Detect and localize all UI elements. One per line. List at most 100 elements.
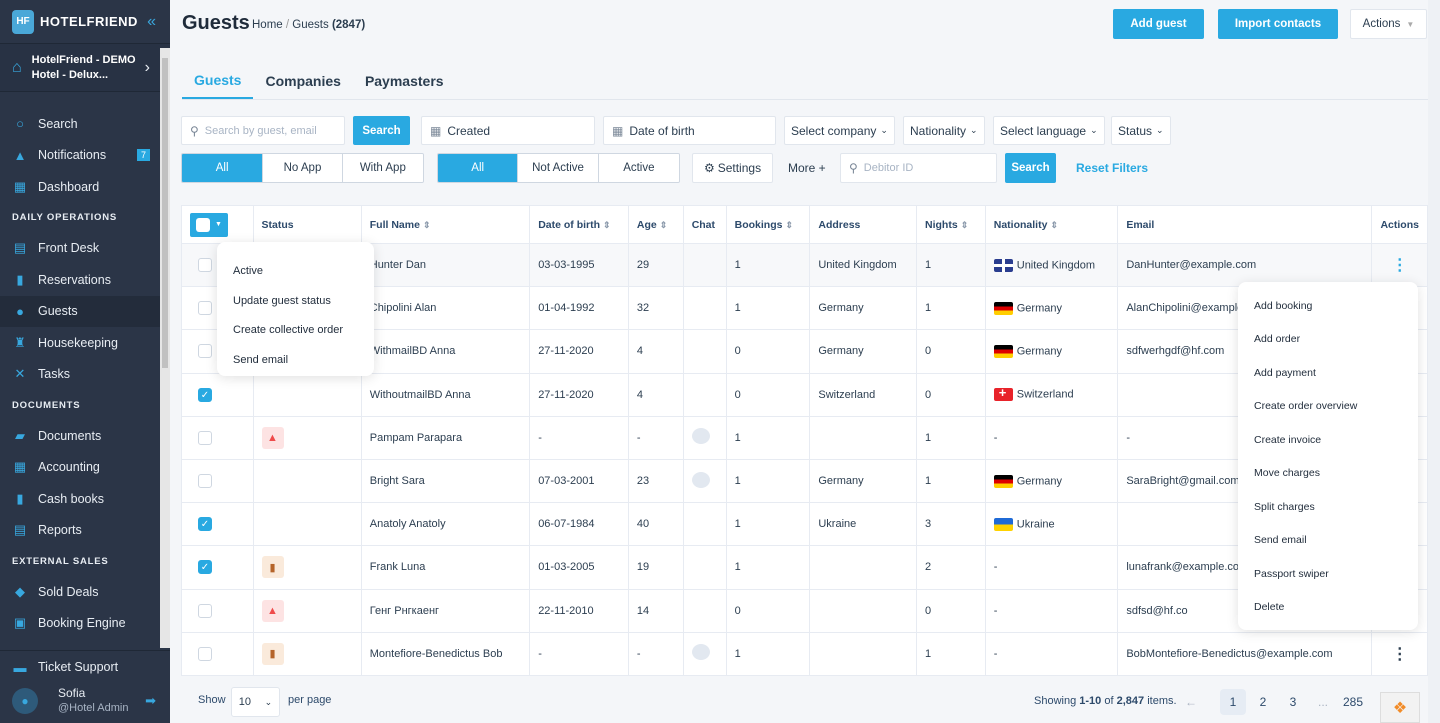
- full-name-cell[interactable]: Montefiore-Benedictus Bob: [360, 631, 531, 676]
- sidebar-item-booking-engine[interactable]: ▣ Booking Engine: [0, 608, 160, 640]
- prev-page-arrow-icon[interactable]: ←: [1178, 689, 1204, 715]
- page-1[interactable]: 1: [1220, 689, 1246, 715]
- row-checkbox[interactable]: [198, 430, 212, 445]
- app-filter-no-app[interactable]: No App: [263, 154, 343, 182]
- row-menu-item-move-charges[interactable]: Move charges: [1238, 457, 1418, 491]
- sidebar-item-tasks[interactable]: ✕ Tasks: [0, 359, 160, 391]
- active-filter-not-active[interactable]: Not Active: [518, 154, 599, 182]
- bulk-menu-item-send-email[interactable]: Send email: [217, 345, 374, 375]
- full-name-cell[interactable]: Bright Sara: [360, 458, 531, 504]
- row-menu-item-create-order-overview[interactable]: Create order overview: [1238, 390, 1418, 424]
- app-filter-with-app[interactable]: With App: [342, 154, 423, 182]
- full-name-cell[interactable]: Генг Рнгкаенг: [360, 588, 531, 633]
- chat-bubble-icon[interactable]: [691, 428, 710, 445]
- actions-dropdown[interactable]: Actions ▼: [1350, 9, 1427, 39]
- full-name-cell[interactable]: Chipolini Alan: [360, 286, 531, 331]
- ticket-support-link[interactable]: ▬ Ticket Support: [0, 653, 170, 681]
- debitor-id-input[interactable]: ⚲ Debitor ID: [840, 153, 997, 183]
- per-page-select[interactable]: 10 ⌄: [231, 687, 280, 717]
- import-contacts-button[interactable]: Import contacts: [1218, 9, 1338, 39]
- row-checkbox[interactable]: [198, 258, 212, 273]
- guest-search-input[interactable]: ⚲ Search by guest, email: [181, 116, 345, 145]
- tab-companies[interactable]: Companies: [253, 62, 352, 99]
- col-nights[interactable]: Nights ⇕: [916, 205, 986, 244]
- full-name-cell[interactable]: WithmailBD Anna: [360, 329, 531, 374]
- chat-bubble-icon[interactable]: [691, 644, 710, 661]
- page-285[interactable]: 285: [1340, 689, 1366, 715]
- full-name-cell[interactable]: Frank Luna: [360, 545, 531, 590]
- full-name-cell[interactable]: Hunter Dan: [360, 242, 531, 288]
- row-checkbox[interactable]: [198, 344, 212, 359]
- status-dropdown[interactable]: Status ⌄: [1111, 116, 1171, 145]
- reset-filters-link[interactable]: Reset Filters: [1076, 161, 1148, 175]
- full-name-cell[interactable]: Pampam Parapara: [360, 415, 531, 460]
- sidebar-item-cash-books[interactable]: ▮ Cash books: [0, 483, 160, 515]
- select-language-dropdown[interactable]: Select language ⌄: [993, 116, 1105, 145]
- row-menu-item-add-order[interactable]: Add order: [1238, 323, 1418, 357]
- table-row[interactable]: ▮ Montefiore-Benedictus Bob - - 1 1 - Bo…: [181, 631, 1428, 676]
- hotel-switcher[interactable]: ⌂ HotelFriend - DEMO Hotel - Delux... ›: [0, 44, 170, 92]
- row-checkbox[interactable]: ✓: [198, 560, 212, 575]
- row-checkbox[interactable]: [198, 474, 212, 489]
- row-checkbox[interactable]: [198, 603, 212, 618]
- select-all-checkbox[interactable]: [196, 217, 210, 232]
- sidebar-item-dashboard[interactable]: ▦ Dashboard: [0, 171, 160, 203]
- row-checkbox[interactable]: [198, 301, 212, 316]
- row-checkbox[interactable]: [198, 646, 212, 661]
- collapse-sidebar-icon[interactable]: «: [147, 13, 156, 31]
- debitor-search-button[interactable]: Search: [1005, 153, 1056, 183]
- sidebar-item-notifications[interactable]: ▲ Notifications 7: [0, 140, 160, 172]
- date-of-birth-filter[interactable]: ▦ Date of birth: [603, 116, 776, 145]
- select-all-dropdown[interactable]: ▼: [190, 212, 228, 237]
- page-3[interactable]: 3: [1280, 689, 1306, 715]
- row-menu-item-passport-swiper[interactable]: Passport swiper: [1238, 557, 1418, 591]
- sidebar-item-sold-deals[interactable]: ◆ Sold Deals: [0, 576, 160, 608]
- sidebar-item-search[interactable]: ○ Search: [0, 108, 160, 140]
- row-menu-item-create-invoice[interactable]: Create invoice: [1238, 423, 1418, 457]
- row-menu-item-split-charges[interactable]: Split charges: [1238, 490, 1418, 524]
- row-menu-item-add-booking[interactable]: Add booking: [1238, 289, 1418, 323]
- add-guest-button[interactable]: Add guest: [1113, 9, 1204, 39]
- sidebar-scrollbar-thumb[interactable]: [162, 58, 168, 368]
- full-name-cell[interactable]: Anatoly Anatoly: [360, 502, 531, 547]
- page-scrollbar[interactable]: [1428, 0, 1440, 723]
- full-name-cell[interactable]: WithoutmailBD Anna: [360, 372, 531, 417]
- breadcrumb-home[interactable]: Home: [252, 19, 283, 31]
- col-nationality[interactable]: Nationality ⇕: [984, 205, 1119, 244]
- select-company-dropdown[interactable]: Select company ⌄: [784, 116, 895, 145]
- sidebar-item-documents[interactable]: ▰ Documents: [0, 420, 160, 452]
- nationality-dropdown[interactable]: Nationality ⌄: [903, 116, 985, 145]
- sidebar-item-reports[interactable]: ▤ Reports: [0, 515, 160, 547]
- sidebar-item-reservations[interactable]: ▮ Reservations: [0, 264, 160, 296]
- tab-paymasters[interactable]: Paymasters: [353, 62, 456, 99]
- created-date-filter[interactable]: ▦ Created: [421, 116, 595, 145]
- row-checkbox[interactable]: ✓: [198, 517, 212, 532]
- row-actions-kebab-icon[interactable]: ⋮: [1380, 255, 1419, 275]
- settings-button[interactable]: ⚙ Settings: [692, 153, 773, 183]
- yii-debug-logo-icon[interactable]: ❖: [1380, 692, 1420, 723]
- bulk-menu-item-active[interactable]: Active: [217, 256, 374, 286]
- more-filters-button[interactable]: More +: [788, 161, 826, 175]
- row-menu-item-send-email[interactable]: Send email: [1238, 524, 1418, 558]
- user-profile[interactable]: ● Sofia @Hotel Admin ➡: [0, 681, 170, 721]
- sidebar-item-front-desk[interactable]: ▤ Front Desk: [0, 233, 160, 265]
- col-age[interactable]: Age ⇕: [627, 205, 684, 244]
- col-full-name[interactable]: Full Name ⇕: [360, 205, 531, 244]
- logout-icon[interactable]: ➡: [145, 693, 156, 709]
- row-menu-item-delete[interactable]: Delete: [1238, 591, 1418, 625]
- page-2[interactable]: 2: [1250, 689, 1276, 715]
- app-filter-all[interactable]: All: [182, 154, 264, 182]
- active-filter-all[interactable]: All: [438, 154, 519, 182]
- row-menu-item-add-payment[interactable]: Add payment: [1238, 356, 1418, 390]
- sidebar-item-housekeeping[interactable]: ♜ Housekeeping: [0, 327, 160, 359]
- col-date-of-birth[interactable]: Date of birth ⇕: [529, 205, 629, 244]
- row-checkbox[interactable]: ✓: [198, 387, 212, 402]
- bulk-menu-item-create-collective-order[interactable]: Create collective order: [217, 315, 374, 345]
- chat-bubble-icon[interactable]: [691, 471, 710, 488]
- bulk-menu-item-update-guest-status[interactable]: Update guest status: [217, 286, 374, 316]
- search-button[interactable]: Search: [353, 116, 410, 145]
- active-filter-active[interactable]: Active: [598, 154, 679, 182]
- sidebar-item-accounting[interactable]: ▦ Accounting: [0, 452, 160, 484]
- sidebar-item-guests[interactable]: ● Guests: [0, 295, 160, 327]
- tab-guests[interactable]: Guests: [182, 62, 254, 99]
